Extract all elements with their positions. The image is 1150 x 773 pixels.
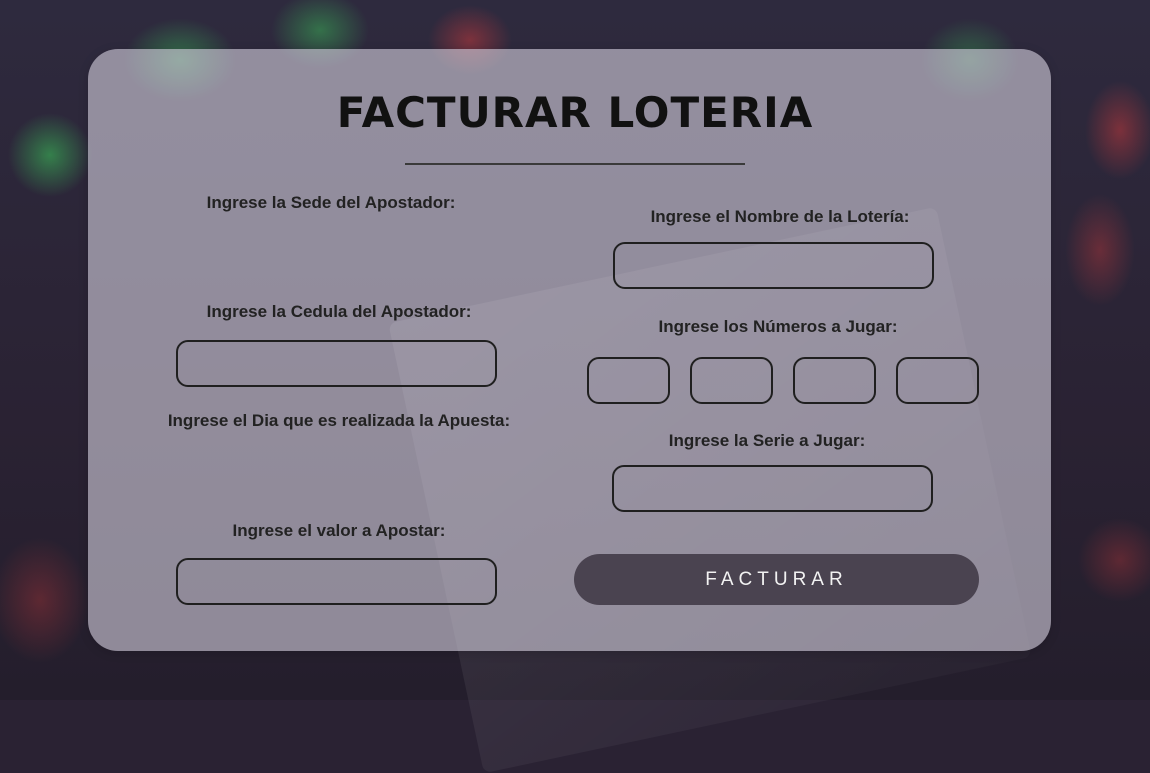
valor-input[interactable] [176,558,497,605]
numeros-label: Ingrese los Números a Jugar: [658,317,898,336]
sede-label: Ingrese la Sede del Apostador: [206,193,456,212]
serie-input[interactable] [612,465,933,512]
cedula-input[interactable] [176,340,497,387]
title-divider [405,163,745,165]
dia-label: Ingrese el Dia que es realizada la Apues… [167,411,511,430]
page-title: FACTURAR LOTERIA [336,88,814,137]
nombre-loteria-label: Ingrese el Nombre de la Lotería: [650,207,910,226]
cedula-label: Ingrese la Cedula del Apostador: [206,302,472,321]
numero-input-3[interactable] [793,357,876,404]
nombre-loteria-input[interactable] [613,242,934,289]
numero-input-1[interactable] [587,357,670,404]
facturar-button[interactable]: FACTURAR [574,554,979,605]
numero-input-4[interactable] [896,357,979,404]
valor-label: Ingrese el valor a Apostar: [232,521,446,540]
serie-label: Ingrese la Serie a Jugar: [668,431,866,450]
numero-input-2[interactable] [690,357,773,404]
